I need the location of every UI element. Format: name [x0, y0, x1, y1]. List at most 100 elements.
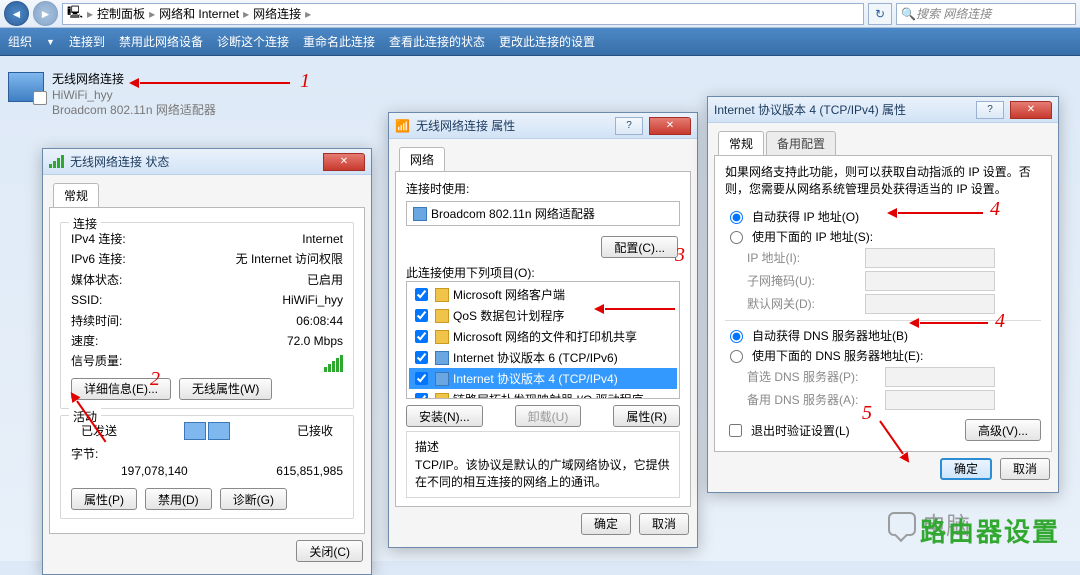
validate-checkbox[interactable]	[729, 424, 742, 437]
ipv6-value: 无 Internet 访问权限	[236, 249, 343, 269]
disable-button[interactable]: 禁用(D)	[145, 488, 212, 510]
wireless-properties-button[interactable]: 无线属性(W)	[179, 378, 272, 400]
bytes-recv-value: 615,851,985	[276, 464, 343, 478]
cancel-button[interactable]: 取消	[1000, 458, 1050, 480]
speed-value: 72.0 Mbps	[287, 331, 343, 351]
cmd-status[interactable]: 查看此连接的状态	[389, 33, 485, 50]
description-label: 描述	[415, 438, 671, 455]
explorer-addressbar: ◄ ► 🖳 ▸ 控制面板 ▸ 网络和 Internet ▸ 网络连接 ▸ ↻ 🔍…	[0, 0, 1080, 28]
item-properties-button[interactable]: 属性(R)	[613, 405, 680, 427]
configure-button[interactable]: 配置(C)...	[601, 236, 678, 258]
tab-general[interactable]: 常规	[718, 131, 764, 155]
tcpip-dialog: Internet 协议版本 4 (TCP/IPv4) 属性 ? ✕ 常规 备用配…	[707, 96, 1059, 493]
intro-text: 如果网络支持此功能，则可以获取自动指派的 IP 设置。否则，您需要从网络系统管理…	[725, 164, 1041, 198]
cancel-button[interactable]: 取消	[639, 513, 689, 535]
nav-back-button[interactable]: ◄	[4, 1, 29, 26]
duration-label: 持续时间:	[71, 311, 122, 331]
advanced-button[interactable]: 高级(V)...	[965, 419, 1041, 441]
annotation-label-4b: 4	[995, 310, 1005, 333]
router-watermark: 路由器设置	[920, 512, 1060, 549]
annotation-arrow-4b	[920, 322, 988, 324]
cmd-rename[interactable]: 重命名此连接	[303, 33, 375, 50]
cmd-disable[interactable]: 禁用此网络设备	[119, 33, 203, 50]
cmd-change-settings[interactable]: 更改此连接的设置	[499, 33, 595, 50]
search-icon: 🔍	[901, 7, 916, 21]
radio-manual-ip[interactable]	[730, 231, 743, 244]
cmd-connect-to[interactable]: 连接到	[69, 33, 105, 50]
nav-forward-button[interactable]: ►	[33, 1, 58, 26]
network-adapter-icon	[8, 72, 44, 102]
radio-auto-dns[interactable]	[730, 330, 743, 343]
network-items-listbox[interactable]: Microsoft 网络客户端QoS 数据包计划程序Microsoft 网络的文…	[406, 281, 680, 399]
close-button[interactable]: ✕	[1010, 101, 1052, 119]
adapter-name: Broadcom 802.11n 网络适配器	[431, 205, 595, 222]
close-button[interactable]: ✕	[649, 117, 691, 135]
radio-manual-dns-label: 使用下面的 DNS 服务器地址(E):	[752, 347, 923, 364]
activity-icon	[184, 422, 230, 440]
close-dialog-button[interactable]: 关闭(C)	[296, 540, 363, 562]
list-item[interactable]: 链路层拓扑发现映射器 I/O 驱动程序	[409, 389, 677, 399]
cmd-diagnose[interactable]: 诊断这个连接	[217, 33, 289, 50]
tcpip-dialog-title: Internet 协议版本 4 (TCP/IPv4) 属性	[714, 101, 906, 118]
description-text: TCP/IP。该协议是默认的广域网络协议，它提供在不同的相互连接的网络上的通讯。	[415, 457, 671, 491]
wifi-icon	[49, 155, 64, 168]
connection-ssid: HiWiFi_hyy	[52, 88, 216, 104]
cmd-organize[interactable]: 组织	[8, 33, 32, 50]
annotation-arrow-1	[140, 82, 290, 84]
radio-auto-ip-label: 自动获得 IP 地址(O)	[752, 208, 859, 225]
media-value: 已启用	[307, 270, 343, 290]
media-label: 媒体状态:	[71, 270, 122, 290]
help-button[interactable]: ?	[976, 101, 1004, 119]
signal-label: 信号质量:	[71, 351, 122, 371]
help-button[interactable]: ?	[615, 117, 643, 135]
network-icon: 📶	[395, 119, 410, 133]
command-bar: 组织▼ 连接到 禁用此网络设备 诊断这个连接 重命名此连接 查看此连接的状态 更…	[0, 28, 1080, 56]
item-checkbox[interactable]	[415, 309, 428, 322]
connection-adapter: Broadcom 802.11n 网络适配器	[52, 103, 216, 119]
annotation-label-2: 2	[150, 368, 160, 391]
diagnose-button[interactable]: 诊断(G)	[220, 488, 287, 510]
tab-alternate[interactable]: 备用配置	[766, 131, 836, 155]
crumb-2[interactable]: 网络连接	[253, 5, 301, 22]
computer-icon: 🖳	[67, 3, 83, 24]
tab-network[interactable]: 网络	[399, 147, 445, 171]
item-checkbox[interactable]	[415, 330, 428, 343]
dns2-field	[885, 390, 995, 410]
breadcrumb[interactable]: 🖳 ▸ 控制面板 ▸ 网络和 Internet ▸ 网络连接 ▸	[62, 3, 864, 25]
speed-label: 速度:	[71, 331, 98, 351]
radio-manual-dns[interactable]	[730, 350, 743, 363]
list-item[interactable]: Microsoft 网络客户端	[409, 284, 677, 305]
list-item[interactable]: Microsoft 网络的文件和打印机共享	[409, 326, 677, 347]
item-checkbox[interactable]	[415, 288, 428, 301]
item-label: 链路层拓扑发现映射器 I/O 驱动程序	[453, 391, 644, 399]
adapter-icon	[413, 207, 427, 221]
radio-auto-ip[interactable]	[730, 211, 743, 224]
list-item[interactable]: Internet 协议版本 6 (TCP/IPv6)	[409, 347, 677, 368]
radio-manual-ip-label: 使用下面的 IP 地址(S):	[752, 228, 873, 245]
close-button[interactable]: ✕	[323, 153, 365, 171]
connection-item[interactable]: 无线网络连接 HiWiFi_hyy Broadcom 802.11n 网络适配器	[8, 72, 216, 119]
signal-strength-icon	[324, 351, 343, 371]
properties-dialog-title: 无线网络连接 属性	[416, 117, 515, 134]
crumb-1[interactable]: 网络和 Internet	[159, 5, 239, 22]
item-checkbox[interactable]	[415, 393, 428, 399]
ssid-label: SSID:	[71, 290, 102, 310]
ipv4-label: IPv4 连接:	[71, 229, 126, 249]
properties-button[interactable]: 属性(P)	[71, 488, 137, 510]
search-placeholder: 搜索 网络连接	[916, 5, 991, 22]
crumb-0[interactable]: 控制面板	[97, 5, 145, 22]
gateway-label: 默认网关(D):	[747, 295, 857, 312]
item-checkbox[interactable]	[415, 372, 428, 385]
list-item[interactable]: Internet 协议版本 4 (TCP/IPv4)	[409, 368, 677, 389]
connect-using-label: 连接时使用:	[406, 180, 680, 197]
component-icon	[435, 351, 449, 365]
ok-button[interactable]: 确定	[581, 513, 631, 535]
tab-general[interactable]: 常规	[53, 183, 99, 207]
refresh-button[interactable]: ↻	[868, 3, 892, 25]
uninstall-button[interactable]: 卸载(U)	[515, 405, 582, 427]
ok-button[interactable]: 确定	[940, 458, 992, 480]
item-checkbox[interactable]	[415, 351, 428, 364]
search-input[interactable]: 🔍 搜索 网络连接	[896, 3, 1076, 25]
received-label: 已接收	[297, 422, 333, 439]
install-button[interactable]: 安装(N)...	[406, 405, 483, 427]
